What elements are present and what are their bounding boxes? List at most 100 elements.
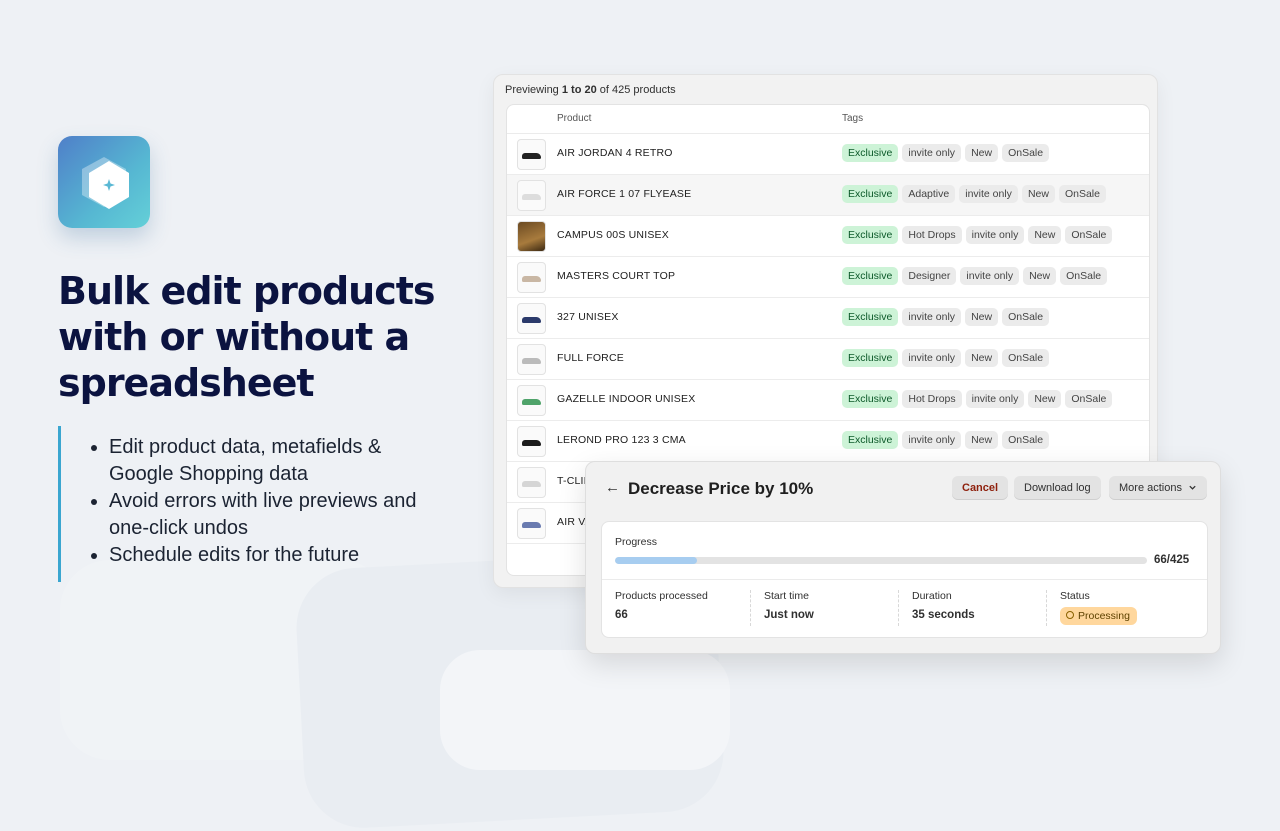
shoe-image	[522, 399, 541, 405]
tag-list: Exclusive Hot Drops invite only New OnSale	[842, 226, 1113, 244]
product-thumbnail	[517, 385, 546, 416]
product-thumbnail	[517, 426, 546, 457]
divider	[602, 579, 1207, 580]
shoe-image	[522, 358, 541, 364]
tag-badge: OnSale	[1002, 144, 1050, 162]
product-name: GAZELLE INDOOR UNISEX	[557, 393, 696, 405]
progress-bar	[615, 557, 1147, 564]
tag-badge: invite only	[902, 431, 962, 449]
tag-badge: Hot Drops	[902, 226, 962, 244]
progress-details: Progress 66/425 Products processed 66 St…	[601, 521, 1208, 638]
table-row[interactable]: MASTERS COURT TOP Exclusive Designer invite…	[507, 257, 1149, 298]
tag-badge: OnSale	[1002, 431, 1050, 449]
product-name: MASTERS COURT TOP	[557, 270, 676, 282]
product-thumbnail	[517, 344, 546, 375]
feature-list: Edit product data, metafields & Google S…	[61, 434, 441, 569]
stat-products-processed: Products processed 66	[615, 590, 708, 626]
tag-badge: New	[1028, 390, 1062, 408]
tag-badge: invite only	[902, 349, 962, 367]
shoe-image	[522, 194, 541, 200]
tag-badge: New	[965, 431, 999, 449]
job-title: Decrease Price by 10%	[628, 479, 814, 498]
table-row[interactable]: AIR JORDAN 4 RETRO Exclusive invite only Ne…	[507, 134, 1149, 175]
table-row[interactable]: CAMPUS 00S UNISEX Exclusive Hot Drops invit…	[507, 216, 1149, 257]
tag-badge: OnSale	[1065, 226, 1113, 244]
tag-list: Exclusive Designer invite only New OnSale	[842, 267, 1108, 285]
shoe-image	[522, 153, 541, 159]
status-badge: Processing	[1060, 607, 1137, 625]
status-badge-label: Processing	[1078, 610, 1130, 622]
tag-list: Exclusive Hot Drops invite only New OnSale	[842, 390, 1113, 408]
product-thumbnail	[517, 180, 546, 211]
tag-badge: New	[965, 308, 999, 326]
tag-badge: Exclusive	[842, 144, 899, 162]
table-row[interactable]: GAZELLE INDOOR UNISEX Exclusive Hot Drops i…	[507, 380, 1149, 421]
column-header-product: Product	[557, 113, 592, 124]
shoe-image	[522, 276, 541, 282]
tag-badge: Exclusive	[842, 308, 899, 326]
tag-list: Exclusive invite only New OnSale	[842, 308, 1050, 326]
more-actions-label: More actions	[1119, 482, 1182, 494]
product-name: T-CLII	[557, 475, 587, 487]
background-shape	[440, 650, 730, 770]
shoe-image	[522, 481, 541, 487]
tag-badge: New	[965, 144, 999, 162]
arrow-left-icon[interactable]: ←	[605, 479, 620, 496]
table-row[interactable]: 327 UNISEX Exclusive invite only New OnSale	[507, 298, 1149, 339]
tag-badge: Exclusive	[842, 431, 899, 449]
feature-item: Edit product data, metafields & Google S…	[109, 434, 441, 488]
stat-label: Status	[1060, 590, 1090, 602]
table-row[interactable]: AIR FORCE 1 07 FLYEASE Exclusive Adaptive i…	[507, 175, 1149, 216]
product-name: AIR JORDAN 4 RETRO	[557, 147, 673, 159]
stat-label: Products processed	[615, 590, 708, 602]
product-thumbnail	[517, 262, 546, 293]
more-actions-button[interactable]: More actions	[1109, 476, 1208, 500]
tag-badge: New	[1021, 185, 1055, 203]
tag-badge: Designer	[902, 267, 957, 285]
app-logo	[58, 136, 150, 228]
tag-badge: invite only	[965, 226, 1025, 244]
hexagon-sparkle-icon	[82, 157, 129, 209]
stat-value: 66	[615, 609, 628, 621]
stat-label: Duration	[912, 590, 952, 602]
stat-duration: Duration 35 seconds	[898, 590, 975, 626]
product-name: 327 UNISEX	[557, 311, 619, 323]
download-log-button[interactable]: Download log	[1014, 476, 1101, 500]
feature-item: Avoid errors with live previews and one-…	[109, 488, 441, 542]
shoe-image	[522, 522, 541, 528]
tag-badge: Adaptive	[902, 185, 956, 203]
cancel-button[interactable]: Cancel	[952, 476, 1009, 500]
column-header-tags: Tags	[842, 113, 864, 124]
tag-badge: Exclusive	[842, 226, 899, 244]
preview-summary: Previewing 1 to 20 of 425 products	[505, 84, 676, 96]
feature-item: Schedule edits for the future	[109, 542, 441, 569]
tag-badge: Hot Drops	[902, 390, 962, 408]
chevron-down-icon	[1189, 485, 1196, 490]
table-header: Product Tags	[507, 105, 1149, 134]
tag-badge: OnSale	[1058, 185, 1106, 203]
tag-badge: Exclusive	[842, 267, 899, 285]
product-thumbnail	[517, 221, 546, 252]
table-row[interactable]: FULL FORCE Exclusive invite only New OnSale	[507, 339, 1149, 380]
preview-prefix: Previewing	[505, 84, 559, 96]
tag-badge: invite only	[902, 144, 962, 162]
progress-bar-fill	[615, 557, 698, 564]
stat-value: Just now	[764, 609, 814, 621]
table-row[interactable]: LEROND PRO 123 3 CMA Exclusive invite only…	[507, 421, 1149, 462]
product-name: FULL FORCE	[557, 352, 624, 364]
preview-suffix: of 425 products	[599, 84, 676, 96]
tag-badge: OnSale	[1002, 349, 1050, 367]
tag-badge: Exclusive	[842, 390, 899, 408]
shoe-image	[522, 440, 541, 446]
tag-badge: invite only	[965, 390, 1025, 408]
stat-value: 35 seconds	[912, 609, 975, 621]
product-thumbnail	[517, 508, 546, 539]
stat-start-time: Start time Just now	[750, 590, 814, 626]
hero-headline: Bulk edit products with or without a spr…	[58, 269, 436, 405]
tag-badge: New	[965, 349, 999, 367]
tag-badge: invite only	[960, 267, 1020, 285]
progress-label: Progress	[615, 536, 658, 548]
product-thumbnail	[517, 139, 546, 170]
tag-badge: invite only	[959, 185, 1018, 203]
tag-badge: OnSale	[1065, 390, 1113, 408]
